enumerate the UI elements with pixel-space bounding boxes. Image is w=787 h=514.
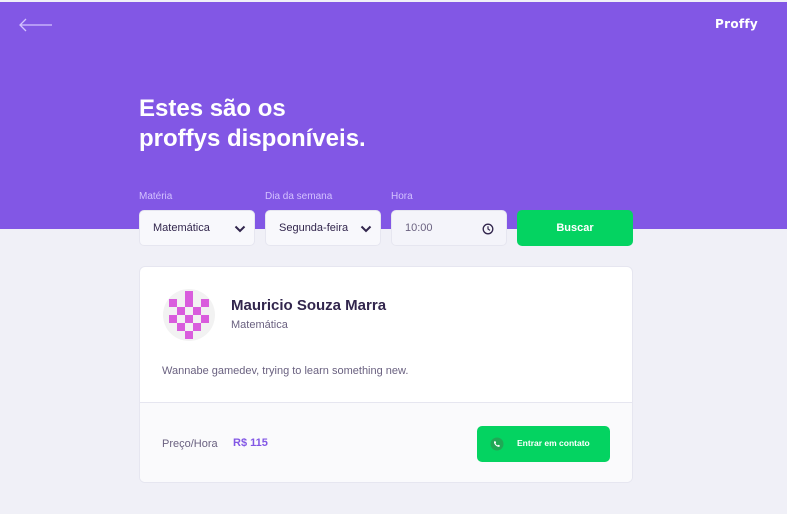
page-title: Estes são os proffys disponíveis.	[139, 95, 366, 152]
teacher-subject: Matemática	[231, 319, 288, 331]
clock-icon[interactable]	[482, 223, 494, 235]
contact-button-label: Entrar em contato	[517, 438, 590, 448]
teacher-bio: Wannabe gamedev, trying to learn somethi…	[162, 365, 409, 377]
whatsapp-icon	[490, 437, 504, 451]
price-value: R$ 115	[233, 437, 268, 449]
subject-label: Matéria	[139, 191, 173, 202]
weekday-select-value: Segunda-feira	[279, 222, 349, 234]
avatar	[163, 289, 215, 341]
card-footer: Preço/Hora R$ 115 Entrar em contato	[140, 402, 632, 482]
weekday-select[interactable]: Segunda-feira	[265, 210, 381, 246]
teacher-card: Mauricio Souza Marra Matemática Wannabe …	[139, 266, 633, 483]
chevron-down-icon	[360, 225, 372, 233]
avatar-pattern	[169, 291, 209, 339]
weekday-label: Dia da semana	[265, 191, 333, 202]
logo: Proffy	[715, 17, 759, 31]
subject-select[interactable]: Matemática	[139, 210, 255, 246]
subject-select-value: Matemática	[153, 222, 210, 234]
time-input-value: 10:00	[405, 222, 433, 234]
chevron-down-icon	[234, 225, 246, 233]
contact-button[interactable]: Entrar em contato	[477, 426, 610, 462]
time-label: Hora	[391, 191, 413, 202]
back-arrow-icon[interactable]	[18, 16, 54, 34]
search-button[interactable]: Buscar	[517, 210, 633, 246]
time-input[interactable]: 10:00	[391, 210, 507, 246]
teacher-name: Mauricio Souza Marra	[231, 297, 387, 314]
price-label: Preço/Hora	[162, 438, 218, 450]
